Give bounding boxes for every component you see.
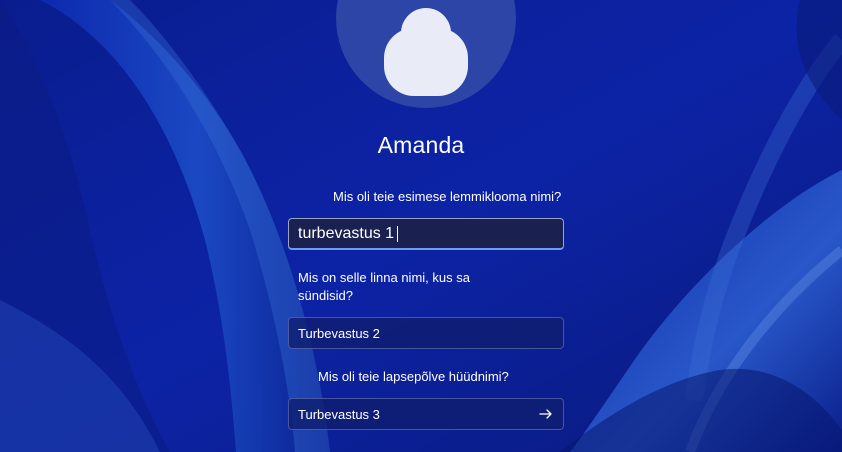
security-question-2-label: Mis on selle linna nimi, kus sa sündisid… [298, 270, 470, 303]
user-name: Amanda [377, 132, 465, 158]
security-answer-1-input[interactable]: turbevastus 1 [288, 218, 564, 250]
security-answer-3-value: Turbevastus 3 [298, 406, 380, 422]
text-caret [397, 225, 399, 242]
security-answer-3-input[interactable]: Turbevastus 3 [288, 398, 564, 430]
security-answer-1-value: turbevastus 1 [298, 224, 395, 242]
security-answer-2-value: Turbevastus 2 [298, 325, 380, 341]
security-question-3-label: Mis oli teie lapsepõlve hüüdnimi? [318, 369, 509, 384]
arrow-right-icon[interactable] [537, 405, 555, 423]
security-question-1-label: Mis oli teie esimese lemmiklooma nimi? [333, 189, 562, 204]
security-answer-2-input[interactable]: Turbevastus 2 [288, 317, 564, 349]
avatar-head-shape [401, 8, 451, 58]
